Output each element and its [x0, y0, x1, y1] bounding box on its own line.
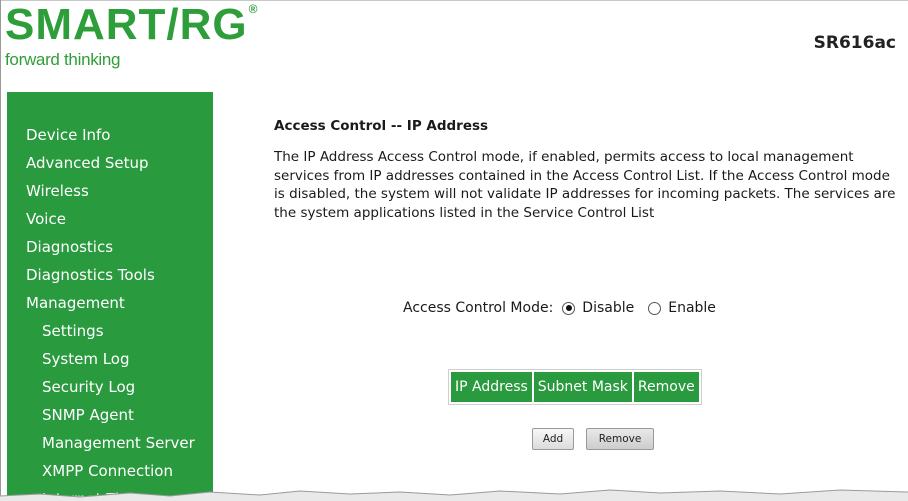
device-model: SR616ac — [813, 33, 896, 53]
enable-radio-label[interactable]: Enable — [668, 300, 716, 316]
registered-mark: ® — [248, 2, 259, 16]
sidebar-item-system-log[interactable]: System Log — [7, 345, 213, 373]
main-content: Access Control -- IP Address The IP Addr… — [274, 118, 902, 222]
add-button[interactable]: Add — [532, 428, 574, 450]
column-header-remove: Remove — [633, 372, 699, 402]
page-title: Access Control -- IP Address — [274, 118, 489, 134]
sidebar-item-wireless[interactable]: Wireless — [7, 177, 213, 205]
access-control-mode-label: Access Control Mode: — [403, 300, 554, 316]
page-description: The IP Address Access Control mode, if e… — [274, 149, 896, 221]
sidebar-item-advanced-setup[interactable]: Advanced Setup — [7, 149, 213, 177]
sidebar-item-management-server[interactable]: Management Server — [7, 429, 213, 457]
sidebar-item-diagnostics[interactable]: Diagnostics — [7, 233, 213, 261]
sidebar-item-settings[interactable]: Settings — [7, 317, 213, 345]
sidebar-item-diagnostics-tools[interactable]: Diagnostics Tools — [7, 261, 213, 289]
sidebar-item-device-info[interactable]: Device Info — [7, 121, 213, 149]
brand-logo: SMART/RG® forward thinking — [5, 2, 259, 70]
sidebar-item-management[interactable]: Management — [7, 289, 213, 317]
disable-radio[interactable] — [562, 301, 576, 315]
brand-tagline: forward thinking — [5, 50, 121, 69]
enable-radio[interactable] — [648, 301, 662, 315]
table-header-row: IP Address Subnet Mask Remove — [451, 372, 699, 402]
column-header-subnet-mask: Subnet Mask — [533, 372, 632, 402]
remove-button[interactable]: Remove — [586, 428, 654, 450]
sidebar-item-internet-time[interactable]: Internet Time — [7, 485, 213, 501]
sidebar-item-voice[interactable]: Voice — [7, 205, 213, 233]
sidebar-item-xmpp-connection[interactable]: XMPP Connection — [7, 457, 213, 485]
access-control-mode-row: Access Control Mode: Disable Enable — [403, 300, 730, 316]
frame-left-border — [0, 0, 1, 501]
column-header-ip-address: IP Address — [451, 372, 532, 402]
sidebar-item-snmp-agent[interactable]: SNMP Agent — [7, 401, 213, 429]
disable-radio-label[interactable]: Disable — [582, 300, 634, 316]
logo-text: SMART/RG — [5, 0, 248, 49]
sidebar-item-security-log[interactable]: Security Log — [7, 373, 213, 401]
sidebar-menu: Device Info Advanced Setup Wireless Voic… — [7, 92, 213, 501]
access-control-list-table: IP Address Subnet Mask Remove — [448, 369, 702, 405]
